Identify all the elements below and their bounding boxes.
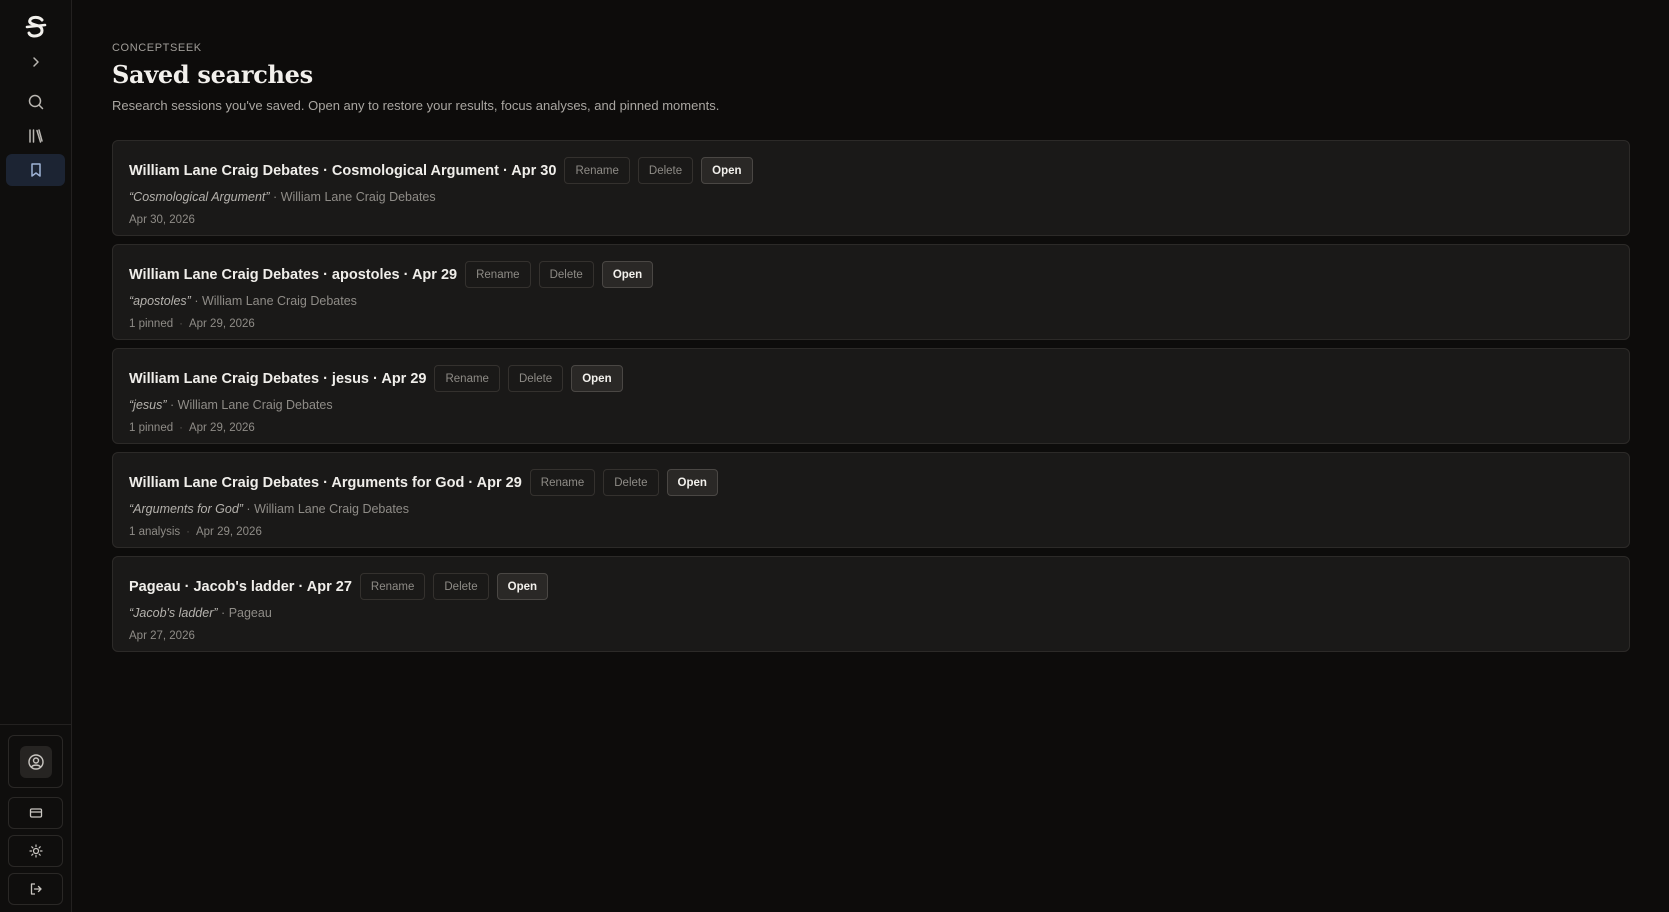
meta-separator: · [194, 294, 199, 308]
card-source: Pageau [228, 606, 272, 620]
info-separator: · [186, 526, 190, 538]
card-date: Apr 29, 2026 [188, 422, 255, 434]
card-source: William Lane Craig Debates [177, 398, 333, 412]
card-extra: 1 pinned [129, 318, 174, 330]
card-info: 1 analysis · Apr 29, 2026 [129, 526, 1613, 538]
card-query: “jesus” [129, 398, 167, 412]
saved-search-card: William Lane Craig Debates · Arguments f… [112, 452, 1630, 548]
sidebar-divider [0, 724, 71, 725]
chevron-right-icon [32, 57, 39, 67]
saved-nav-button[interactable] [6, 154, 65, 186]
card-title: William Lane Craig Debates · Arguments f… [129, 474, 522, 491]
card-date: Apr 30, 2026 [129, 214, 195, 226]
info-separator: · [179, 318, 183, 330]
card-title: William Lane Craig Debates · Cosmologica… [129, 162, 557, 179]
card-info: 1 pinned · Apr 29, 2026 [129, 318, 1613, 330]
card-query: “Jacob's ladder” [129, 606, 218, 620]
meta-separator: · [170, 398, 175, 412]
saved-search-card: William Lane Craig Debates · Cosmologica… [112, 140, 1630, 236]
page-subtitle: Research sessions you've saved. Open any… [112, 98, 720, 113]
info-separator: · [179, 422, 183, 434]
card-info: Apr 30, 2026 [129, 214, 1613, 226]
delete-button[interactable]: Delete [433, 573, 489, 600]
open-button[interactable]: Open [496, 573, 549, 600]
card-info: Apr 27, 2026 [129, 630, 1613, 642]
delete-button[interactable]: Delete [603, 469, 659, 496]
open-button[interactable]: Open [601, 261, 654, 288]
open-button[interactable]: Open [666, 469, 718, 496]
card-date: Apr 29, 2026 [188, 318, 255, 330]
card-source: William Lane Craig Debates [254, 502, 410, 516]
card-source: William Lane Craig Debates [201, 294, 357, 308]
meta-separator: · [221, 606, 226, 620]
card-query: “Arguments for God” [129, 502, 243, 516]
card-meta: “Cosmological Argument” · William Lane C… [129, 190, 1613, 204]
rename-button[interactable]: Rename [359, 573, 426, 600]
account-button[interactable] [8, 735, 63, 788]
card-date: Apr 27, 2026 [129, 630, 195, 642]
rename-button[interactable]: Rename [465, 261, 531, 288]
logo-icon[interactable] [24, 14, 48, 40]
saved-search-card: William Lane Craig Debates · apostoles ·… [112, 244, 1630, 340]
avatar [19, 745, 52, 778]
sidebar [0, 0, 72, 912]
card-source: William Lane Craig Debates [280, 190, 436, 204]
open-button[interactable]: Open [701, 157, 753, 184]
card-query: “Cosmological Argument” [129, 190, 270, 204]
delete-button[interactable]: Delete [637, 157, 694, 184]
card-query: “apostoles” [129, 294, 191, 308]
sun-icon [28, 844, 43, 858]
billing-button[interactable] [8, 797, 63, 829]
card-meta: “jesus” · William Lane Craig Debates [129, 398, 1613, 412]
card-meta: “Jacob's ladder” · Pageau [129, 606, 1613, 620]
saved-search-card: Pageau · Jacob's ladder · Apr 27 Rename … [112, 556, 1630, 652]
library-icon [28, 129, 43, 143]
brand-eyebrow: CONCEPTSEEK [112, 42, 202, 54]
card-extra: 1 analysis [129, 526, 181, 538]
card-meta: “apostoles” · William Lane Craig Debates [129, 294, 1613, 308]
search-icon [28, 94, 43, 110]
saved-search-card: William Lane Craig Debates · jesus · Apr… [112, 348, 1630, 444]
page-title: Saved searches [112, 60, 313, 89]
billing-icon [29, 808, 42, 818]
card-title: William Lane Craig Debates · apostoles ·… [129, 266, 458, 283]
saved-search-list: William Lane Craig Debates · Cosmologica… [112, 140, 1630, 660]
logout-button[interactable] [8, 873, 63, 905]
card-extra: 1 pinned [129, 422, 174, 434]
library-nav-button[interactable] [6, 120, 65, 152]
meta-separator: · [246, 502, 251, 516]
expand-sidebar-button[interactable] [6, 46, 65, 78]
theme-toggle-button[interactable] [8, 835, 63, 867]
card-meta: “Arguments for God” · William Lane Craig… [129, 502, 1613, 516]
card-title: William Lane Craig Debates · jesus · Apr… [129, 370, 427, 387]
open-button[interactable]: Open [571, 365, 623, 392]
card-info: 1 pinned · Apr 29, 2026 [129, 422, 1613, 434]
card-title: Pageau · Jacob's ladder · Apr 27 [129, 578, 352, 595]
user-icon [27, 753, 44, 770]
main-content: CONCEPTSEEK Saved searches Research sess… [72, 0, 1669, 912]
bookmark-icon [30, 163, 41, 177]
rename-button[interactable]: Rename [434, 365, 500, 392]
rename-button[interactable]: Rename [564, 157, 630, 184]
search-nav-button[interactable] [6, 86, 65, 118]
logout-icon [30, 883, 42, 895]
meta-separator: · [273, 190, 278, 204]
delete-button[interactable]: Delete [538, 261, 594, 288]
card-date: Apr 29, 2026 [195, 526, 262, 538]
rename-button[interactable]: Rename [529, 469, 596, 496]
delete-button[interactable]: Delete [507, 365, 564, 392]
